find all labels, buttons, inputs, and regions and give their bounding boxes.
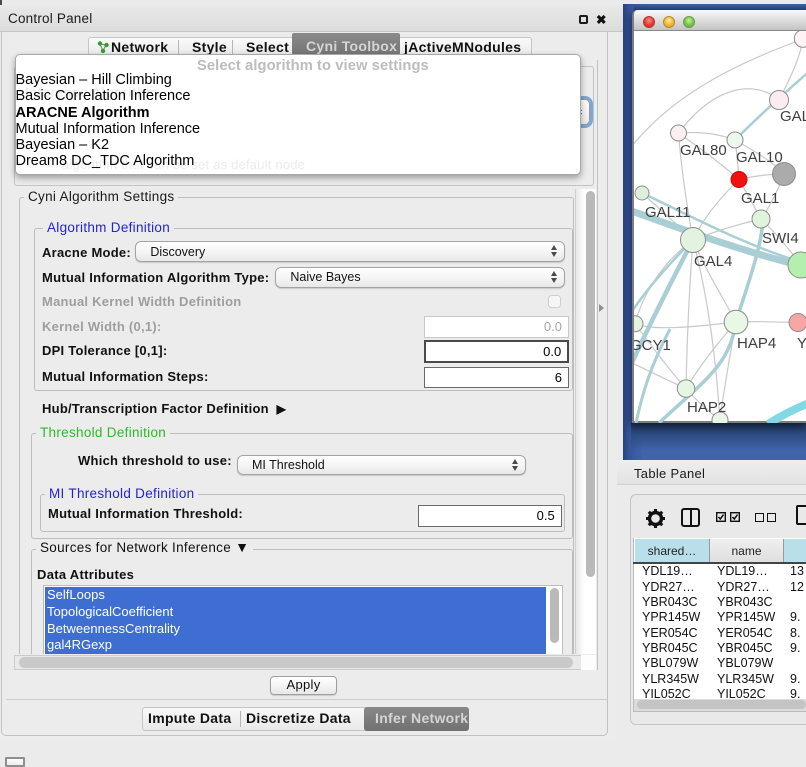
- svg-text:HAP4: HAP4: [737, 335, 776, 352]
- svg-text:GAL1: GAL1: [741, 190, 779, 207]
- svg-text:GAL4: GAL4: [694, 253, 732, 270]
- svg-text:HAP2: HAP2: [687, 399, 726, 416]
- svg-text:GCY1: GCY1: [634, 337, 671, 354]
- svg-text:SWI4: SWI4: [762, 230, 799, 247]
- svg-text:GAL10: GAL10: [736, 149, 783, 166]
- svg-text:Y: Y: [797, 335, 806, 352]
- svg-text:GAL80: GAL80: [680, 142, 727, 159]
- svg-text:GAL: GAL: [780, 108, 806, 125]
- svg-text:GAL11: GAL11: [645, 204, 691, 221]
